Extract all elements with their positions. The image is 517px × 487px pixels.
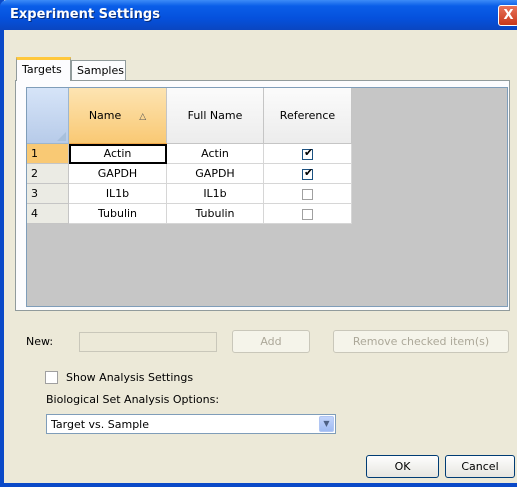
row-header[interactable]: 1 — [27, 143, 69, 164]
cancel-button[interactable]: Cancel — [445, 455, 515, 478]
sort-ascending-icon: △ — [139, 112, 147, 122]
new-target-input[interactable] — [79, 332, 217, 352]
full-name-cell[interactable]: IL1b — [166, 183, 264, 204]
name-cell[interactable]: Tubulin — [68, 203, 167, 224]
check-icon: ✔ — [304, 165, 314, 179]
cancel-button-label: Cancel — [461, 460, 499, 473]
close-icon: X — [503, 8, 514, 23]
column-header-name-label: Name — [88, 109, 122, 122]
reference-cell: ✔ — [263, 163, 352, 184]
name-cell[interactable]: Actin — [68, 143, 167, 164]
bio-set-options-value: Target vs. Sample — [51, 418, 150, 431]
full-name-cell[interactable]: GAPDH — [166, 163, 264, 184]
table-row[interactable]: 2 GAPDH GAPDH ✔ — [27, 163, 352, 184]
window-title: Experiment Settings — [10, 7, 160, 22]
close-button[interactable]: X — [498, 5, 517, 26]
reference-checkbox[interactable] — [302, 188, 313, 200]
column-header-reference[interactable]: Reference — [263, 88, 352, 144]
reference-checkbox[interactable]: ✔ — [302, 165, 314, 180]
tab-samples-label: Samples — [77, 64, 124, 77]
reference-checkbox[interactable]: ✔ — [302, 145, 314, 160]
add-button[interactable]: Add — [232, 330, 310, 353]
full-name-cell[interactable]: Tubulin — [166, 203, 264, 224]
name-cell[interactable]: IL1b — [68, 183, 167, 204]
column-header-name[interactable]: Name △ — [68, 88, 167, 144]
show-analysis-label[interactable]: Show Analysis Settings — [66, 371, 193, 384]
title-bar[interactable]: Experiment Settings X — [0, 0, 517, 30]
tab-targets-label: Targets — [22, 63, 62, 76]
show-analysis-checkbox[interactable] — [45, 371, 58, 384]
row-header[interactable]: 2 — [27, 163, 69, 184]
name-cell[interactable]: GAPDH — [68, 163, 167, 184]
check-icon: ✔ — [304, 145, 314, 159]
tab-samples[interactable]: Samples — [71, 60, 126, 80]
tab-targets[interactable]: Targets — [16, 57, 71, 81]
experiment-settings-dialog: Experiment Settings X Targets Samples Na… — [0, 0, 517, 487]
targets-grid: Name △ Full Name Reference 1 Actin Actin … — [26, 87, 508, 307]
ok-button-label: OK — [394, 460, 411, 473]
reference-cell — [263, 183, 352, 204]
column-header-full-name[interactable]: Full Name — [166, 88, 264, 144]
select-all-icon — [57, 132, 66, 141]
remove-checked-button-label: Remove checked item(s) — [352, 335, 490, 348]
reference-cell — [263, 203, 352, 224]
new-label: New: — [26, 335, 54, 348]
table-row[interactable]: 1 Actin Actin ✔ — [27, 143, 352, 164]
full-name-cell[interactable]: Actin — [166, 143, 264, 164]
reference-cell: ✔ — [263, 143, 352, 164]
grid-corner[interactable] — [27, 88, 69, 144]
reference-checkbox[interactable] — [302, 208, 313, 220]
remove-checked-button[interactable]: Remove checked item(s) — [333, 330, 509, 353]
column-header-reference-label: Reference — [279, 109, 336, 122]
table-row[interactable]: 4 Tubulin Tubulin — [27, 203, 352, 224]
column-header-full-name-label: Full Name — [187, 109, 243, 122]
add-button-label: Add — [260, 335, 282, 348]
row-header[interactable]: 3 — [27, 183, 69, 204]
bio-set-options-dropdown[interactable]: Target vs. Sample ▼ — [46, 414, 336, 434]
row-header[interactable]: 4 — [27, 203, 69, 224]
ok-button[interactable]: OK — [366, 455, 439, 478]
bio-set-options-label: Biological Set Analysis Options: — [46, 393, 220, 406]
chevron-down-icon[interactable]: ▼ — [319, 416, 334, 432]
table-row[interactable]: 3 IL1b IL1b — [27, 183, 352, 204]
